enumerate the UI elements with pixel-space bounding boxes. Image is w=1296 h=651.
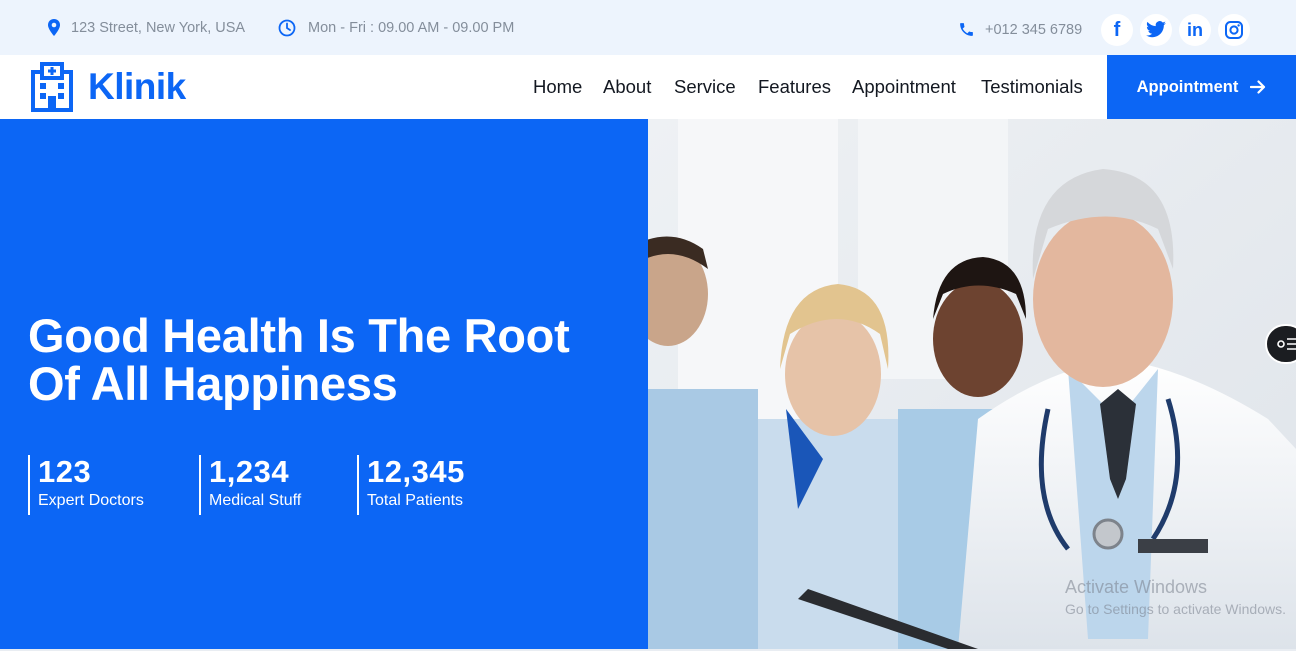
stat-label: Medical Stuff	[209, 492, 302, 509]
hero-panel: Good Health Is The Root Of All Happiness…	[0, 119, 648, 649]
clock-icon	[278, 19, 296, 36]
hero-title-line-1: Good Health Is The Root	[28, 309, 570, 362]
activate-windows-watermark: Activate Windows	[1065, 577, 1208, 597]
map-pin-icon	[48, 19, 60, 36]
twitter-button[interactable]	[1140, 14, 1172, 46]
hero-doctors-photo	[648, 119, 1296, 649]
instagram-icon	[1225, 21, 1243, 39]
stat-label: Total Patients	[367, 492, 464, 509]
nav-about[interactable]: About	[603, 55, 651, 119]
hours-item: Mon - Fri : 09.00 AM - 09.00 PM	[278, 0, 514, 55]
doctors-image	[648, 119, 1296, 649]
address-text: 123 Street, New York, USA	[71, 19, 246, 36]
stat-staff: 1,234 Medical Stuff	[199, 455, 301, 515]
hours-text: Mon - Fri : 09.00 AM - 09.00 PM	[308, 19, 515, 36]
main-navbar: Klinik Home About Service Features Appoi…	[0, 55, 1296, 119]
twitter-icon	[1146, 21, 1166, 38]
linkedin-icon: in	[1187, 19, 1203, 40]
nav-testimonials[interactable]: Testimonials	[981, 55, 1083, 119]
logo[interactable]: Klinik	[30, 62, 186, 112]
facebook-icon: f	[1113, 18, 1121, 41]
top-bar: 123 Street, New York, USA Mon - Fri : 09…	[0, 0, 1296, 55]
stat-label: Expert Doctors	[38, 492, 144, 509]
facebook-button[interactable]: f	[1101, 14, 1133, 46]
nav-appointment[interactable]: Appointment	[852, 55, 956, 119]
appointment-button-label: Appointment	[1136, 77, 1239, 96]
hero-title: Good Health Is The Root Of All Happiness	[28, 312, 628, 408]
stat-value: 123	[38, 454, 92, 489]
linkedin-button[interactable]: in	[1179, 14, 1211, 46]
nav-home[interactable]: Home	[533, 55, 582, 119]
hospital-icon	[31, 62, 73, 112]
stat-value: 12,345	[367, 454, 465, 489]
brand-name: Klinik	[88, 66, 186, 107]
phone-item[interactable]: +012 345 6789	[958, 2, 1082, 57]
address-item: 123 Street, New York, USA	[47, 0, 245, 55]
nav-service[interactable]: Service	[674, 55, 736, 119]
stat-value: 1,234	[209, 454, 290, 489]
arrow-right-icon	[1250, 80, 1266, 94]
activate-windows-subtitle: Go to Settings to activate Windows.	[1065, 601, 1286, 617]
list-settings-icon	[1277, 338, 1296, 350]
stat-doctors: 123 Expert Doctors	[28, 455, 144, 515]
phone-text: +012 345 6789	[985, 21, 1083, 38]
stat-patients: 12,345 Total Patients	[357, 455, 465, 515]
instagram-button[interactable]	[1218, 14, 1250, 46]
hero-title-line-2: Of All Happiness	[28, 357, 398, 410]
phone-icon	[960, 23, 973, 36]
appointment-button[interactable]: Appointment	[1107, 55, 1296, 119]
nav-features[interactable]: Features	[758, 55, 831, 119]
